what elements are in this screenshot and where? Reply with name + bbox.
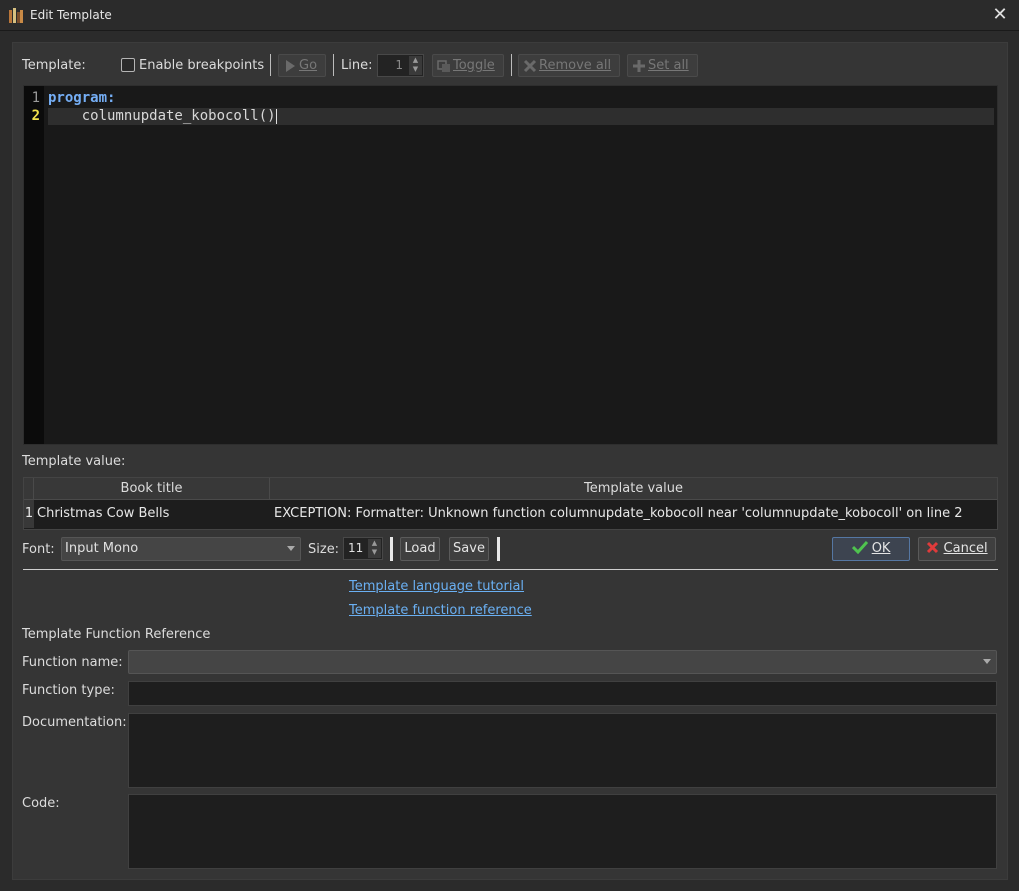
- size-spinbox[interactable]: 11 ▲ ▼: [343, 537, 383, 560]
- divider: [23, 569, 998, 570]
- text-caret: [275, 108, 277, 124]
- close-icon: ✕: [992, 4, 1008, 25]
- cancel-x-icon: [927, 541, 939, 554]
- title-bar: Edit Template ✕: [0, 0, 1019, 31]
- column-header-book-title[interactable]: Book title: [34, 478, 270, 500]
- function-reference-heading: Template Function Reference: [22, 627, 211, 642]
- line-number-gutter[interactable]: 1 2: [24, 86, 44, 444]
- documentation-field[interactable]: [128, 713, 997, 788]
- remove-all-button[interactable]: Remove all: [518, 54, 620, 77]
- go-button[interactable]: Go: [278, 54, 326, 77]
- ok-button[interactable]: OK: [832, 537, 910, 561]
- splitter-handle: [497, 537, 500, 561]
- line-label: Line:: [341, 58, 373, 73]
- close-button[interactable]: ✕: [989, 4, 1011, 26]
- toolbar-separator: [270, 54, 271, 76]
- toolbar-separator: [511, 54, 512, 76]
- code-field[interactable]: [128, 794, 997, 869]
- column-header-template-value[interactable]: Template value: [270, 478, 997, 500]
- chevron-down-icon: [287, 546, 295, 551]
- cancel-label: Cancel: [943, 541, 988, 556]
- set-all-label: Set all: [648, 58, 689, 73]
- template-value-table: Book title Template value 1 Christmas Co…: [23, 477, 998, 530]
- line-number: 1: [31, 90, 40, 106]
- toggle-label: Toggle: [453, 58, 495, 73]
- chevron-down-icon[interactable]: ▼: [409, 65, 422, 74]
- ok-label: OK: [871, 541, 891, 556]
- keyword-program: program: [48, 90, 108, 106]
- chevron-up-icon[interactable]: ▲: [368, 539, 381, 548]
- font-label: Font:: [22, 542, 55, 557]
- toolbar-separator: [333, 54, 334, 76]
- template-label-text: Template:: [22, 58, 86, 73]
- function-name-label: Function name:: [22, 655, 123, 670]
- save-button[interactable]: Save: [449, 537, 489, 561]
- row-index: 1: [24, 500, 34, 528]
- size-label: Size:: [308, 542, 340, 557]
- remove-all-label: Remove all: [539, 58, 612, 73]
- set-all-button[interactable]: Set all: [627, 54, 698, 77]
- keyword-colon: :: [107, 90, 116, 106]
- function-reference-link[interactable]: Template function reference: [349, 603, 532, 618]
- cell-template-value[interactable]: EXCEPTION: Formatter: Unknown function c…: [274, 500, 994, 528]
- chevron-up-icon[interactable]: ▲: [409, 56, 422, 65]
- function-name-select[interactable]: [128, 650, 997, 674]
- splitter-handle: [390, 537, 393, 561]
- load-label: Load: [404, 541, 436, 556]
- dialog-body: Template: Enable breakpoints Go Line: 1 …: [12, 42, 1008, 880]
- documentation-label: Documentation:: [22, 715, 127, 730]
- template-label: Template:: [22, 58, 86, 73]
- check-icon: [851, 540, 868, 555]
- function-type-field[interactable]: [128, 681, 997, 706]
- code-line-2: columnupdate_kobocoll(): [48, 108, 277, 124]
- toggle-breakpoint-icon: [437, 59, 451, 73]
- spin-arrows[interactable]: ▲ ▼: [409, 56, 422, 75]
- chevron-down-icon: [983, 659, 991, 664]
- plus-icon: [632, 59, 646, 73]
- remove-x-icon: [523, 59, 537, 73]
- window-title: Edit Template: [30, 8, 112, 22]
- font-value: Input Mono: [65, 541, 139, 556]
- tutorial-link[interactable]: Template language tutorial: [349, 579, 524, 594]
- go-label: Go: [299, 58, 318, 73]
- function-call: columnupdate_kobocoll(): [81, 108, 276, 124]
- save-label: Save: [453, 541, 485, 556]
- play-icon: [283, 59, 297, 73]
- spin-arrows[interactable]: ▲ ▼: [368, 539, 381, 558]
- cell-book-title[interactable]: Christmas Cow Bells: [37, 500, 267, 528]
- toggle-button[interactable]: Toggle: [432, 54, 504, 77]
- calibre-books-icon: [9, 8, 23, 23]
- code-line-1: program:: [48, 90, 115, 106]
- row-header-corner: [24, 478, 34, 500]
- chevron-down-icon[interactable]: ▼: [368, 548, 381, 557]
- line-value: 1: [395, 58, 403, 72]
- size-value: 11: [348, 541, 364, 555]
- template-editor[interactable]: 1 2 program: columnupdate_kobocoll(): [23, 85, 998, 445]
- template-value-label: Template value:: [22, 454, 126, 469]
- breakpoints-label: Enable breakpoints: [139, 58, 265, 73]
- cancel-button[interactable]: Cancel: [918, 537, 996, 561]
- font-select[interactable]: Input Mono: [61, 537, 301, 561]
- breakpoints-checkbox[interactable]: [121, 58, 135, 72]
- load-button[interactable]: Load: [400, 537, 440, 561]
- line-spinbox[interactable]: 1 ▲ ▼: [377, 54, 424, 77]
- line-number-current: 2: [31, 108, 40, 124]
- function-type-label: Function type:: [22, 683, 115, 698]
- code-label: Code:: [22, 796, 60, 811]
